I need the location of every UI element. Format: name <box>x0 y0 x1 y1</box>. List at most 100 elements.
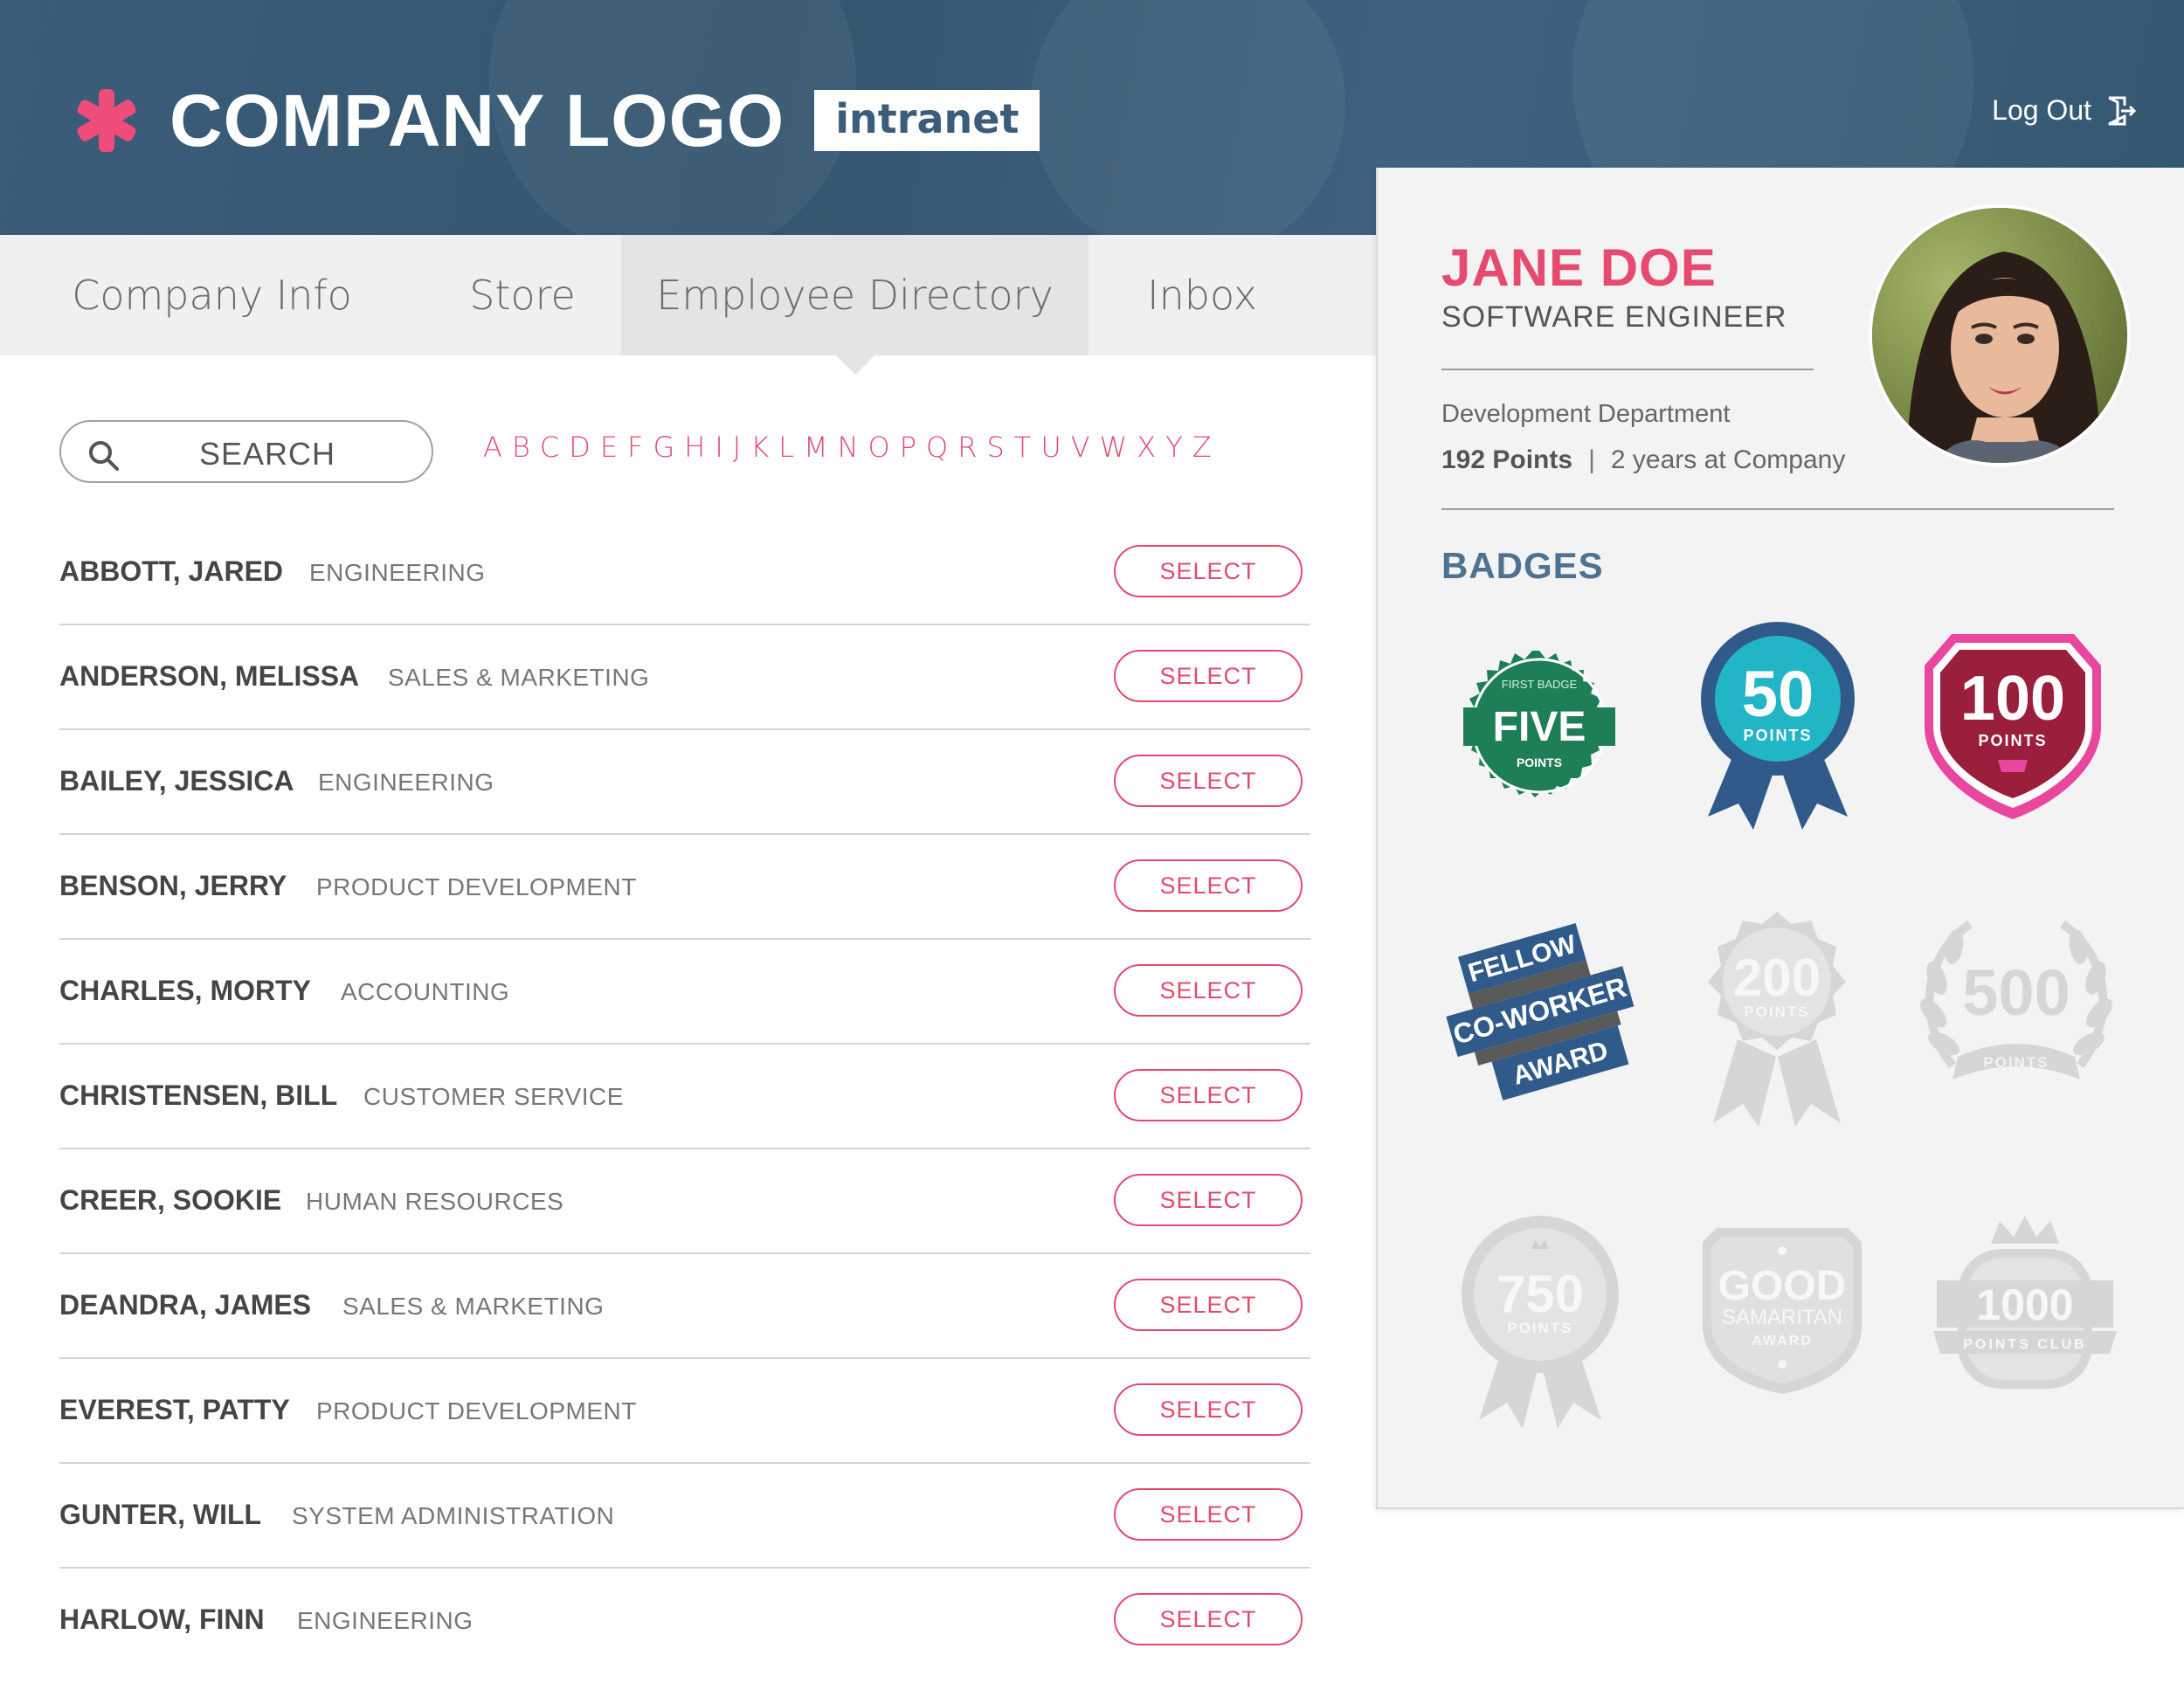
select-button[interactable]: SELECT <box>1114 1488 1303 1541</box>
badge-good-samaritan[interactable]: GOOD SAMARITAN AWARD <box>1699 1224 1865 1396</box>
table-row: BAILEY, JESSICA ENGINEERING SELECT <box>59 730 1310 835</box>
letter-z[interactable]: Z <box>1192 433 1212 461</box>
select-button[interactable]: SELECT <box>1114 1279 1303 1331</box>
badge-fifty-points[interactable]: 50 POINTS <box>1690 620 1865 838</box>
letter-y[interactable]: Y <box>1165 433 1183 461</box>
logo-text: COMPANY LOGO <box>169 79 785 162</box>
badge-seven-fifty-sub: POINTS <box>1507 1320 1572 1336</box>
badge-hundred-main: 100 <box>1960 664 2065 734</box>
letter-t[interactable]: T <box>1014 433 1032 461</box>
badge-five-points[interactable]: FIRST BADGE FIVE POINTS <box>1439 627 1640 828</box>
employee-name: ABBOTT, JARED <box>59 555 284 587</box>
profile-tenure: 2 years at Company <box>1610 445 1846 474</box>
tab-company-info[interactable]: Company Info <box>0 235 424 355</box>
select-button[interactable]: SELECT <box>1114 650 1303 702</box>
employee-dept: CUSTOMER SERVICE <box>363 1083 624 1110</box>
employee-name: CREER, SOOKIE <box>59 1184 282 1216</box>
header-texture <box>1031 0 1345 235</box>
employee-name: HARLOW, FINN <box>59 1604 265 1635</box>
letter-l[interactable]: L <box>778 433 794 461</box>
logout-button[interactable]: Log Out <box>1992 94 2137 127</box>
employee-name: ANDERSON, MELISSA <box>59 660 360 692</box>
letter-s[interactable]: S <box>986 433 1004 461</box>
employee-name: DEANDRA, JAMES <box>59 1289 312 1321</box>
table-row: ABBOTT, JARED ENGINEERING SELECT <box>59 521 1310 625</box>
main-nav: Company Info Store Employee Directory In… <box>0 235 1376 375</box>
employee-dept: SYSTEM ADMINISTRATION <box>292 1502 615 1529</box>
intranet-label: intranet <box>814 90 1040 151</box>
letter-u[interactable]: U <box>1040 433 1061 461</box>
profile-stats: 192 Points | 2 years at Company <box>1441 445 1845 475</box>
search-icon <box>89 441 119 471</box>
select-button[interactable]: SELECT <box>1114 964 1303 1017</box>
badge-thousand-points-club[interactable]: 1000 POINTS CLUB <box>1930 1209 2120 1396</box>
letter-e[interactable]: E <box>600 433 618 461</box>
table-row: CHRISTENSEN, BILL CUSTOMER SERVICE SELEC… <box>59 1045 1310 1149</box>
badge-good-samaritan-icon: GOOD SAMARITAN AWARD <box>1703 1228 1862 1394</box>
letter-n[interactable]: N <box>838 433 859 461</box>
alphabet-filter: A B C D E F G H I J K L M N O P Q R S T … <box>483 433 1221 461</box>
tab-employee-directory[interactable]: Employee Directory <box>621 235 1089 375</box>
table-row: GUNTER, WILL SYSTEM ADMINISTRATION SELEC… <box>59 1464 1310 1569</box>
badge-fifty-sub: POINTS <box>1743 727 1812 744</box>
table-row: BENSON, JERRY PRODUCT DEVELOPMENT SELECT <box>59 835 1310 940</box>
select-button[interactable]: SELECT <box>1114 755 1303 807</box>
select-button[interactable]: SELECT <box>1114 1069 1303 1121</box>
letter-f[interactable]: F <box>627 433 643 461</box>
letter-h[interactable]: H <box>684 433 705 461</box>
letter-d[interactable]: D <box>569 433 591 461</box>
asterisk-logo-icon <box>77 89 136 152</box>
profile-name: JANE DOE <box>1441 238 1717 297</box>
tab-store[interactable]: Store <box>424 235 621 355</box>
search-input[interactable]: SEARCH <box>59 420 433 483</box>
badge-seven-fifty-icon: 750 POINTS <box>1462 1216 1619 1429</box>
letter-k[interactable]: K <box>750 433 769 461</box>
letter-b[interactable]: B <box>512 433 530 461</box>
select-button[interactable]: SELECT <box>1114 1593 1303 1645</box>
letter-x[interactable]: X <box>1137 433 1156 461</box>
badge-five-main: FIVE <box>1493 704 1586 750</box>
employee-dept: ENGINEERING <box>309 559 486 586</box>
employee-name: CHRISTENSEN, BILL <box>59 1079 338 1111</box>
letter-i[interactable]: I <box>715 433 722 461</box>
letter-w[interactable]: W <box>1100 433 1128 461</box>
table-row: EVEREST, PATTY PRODUCT DEVELOPMENT SELEC… <box>59 1359 1310 1464</box>
badge-seven-fifty-points[interactable]: 750 POINTS <box>1458 1214 1622 1434</box>
avatar-portrait <box>1872 208 2127 463</box>
letter-a[interactable]: A <box>483 433 502 461</box>
logout-icon <box>2108 96 2137 125</box>
letter-v[interactable]: V <box>1071 433 1090 461</box>
badge-two-hundred-sub: POINTS <box>1744 1004 1809 1020</box>
tab-inbox[interactable]: Inbox <box>1089 235 1316 355</box>
table-row: CREER, SOOKIE HUMAN RESOURCES SELECT <box>59 1149 1310 1254</box>
profile-points: 192 Points <box>1441 445 1573 474</box>
employee-dept: ENGINEERING <box>318 769 494 796</box>
employee-dept: PRODUCT DEVELOPMENT <box>316 873 637 900</box>
employee-name: CHARLES, MORTY <box>59 975 311 1006</box>
letter-j[interactable]: J <box>733 433 741 461</box>
letter-o[interactable]: O <box>868 433 890 461</box>
select-button[interactable]: SELECT <box>1114 859 1303 912</box>
search-placeholder: SEARCH <box>199 436 336 472</box>
letter-q[interactable]: Q <box>926 433 948 461</box>
letter-r[interactable]: R <box>957 433 977 461</box>
badge-two-hundred-main: 200 <box>1733 948 1821 1007</box>
employee-name: GUNTER, WILL <box>59 1499 262 1530</box>
letter-c[interactable]: C <box>540 433 559 461</box>
select-button[interactable]: SELECT <box>1114 1383 1303 1436</box>
badge-five-hundred-sub: POINTS <box>1983 1054 2049 1071</box>
badge-hundred-points[interactable]: 100 POINTS <box>1921 631 2105 821</box>
badge-two-hundred-icon: 200 POINTS <box>1708 912 1846 1127</box>
letter-p[interactable]: P <box>900 433 916 461</box>
select-button[interactable]: SELECT <box>1114 545 1303 597</box>
letter-g[interactable]: G <box>653 433 674 461</box>
letter-m[interactable]: M <box>804 433 828 461</box>
badge-five-hundred-main: 500 <box>1962 956 2070 1029</box>
select-button[interactable]: SELECT <box>1114 1174 1303 1226</box>
badge-fellow-coworker[interactable]: FELLOW CO-WORKER AWARD <box>1441 910 1641 1120</box>
badge-hundred-sub: POINTS <box>1978 732 2047 749</box>
badge-two-hundred-points[interactable]: 200 POINTS <box>1685 908 1869 1128</box>
table-row: CHARLES, MORTY ACCOUNTING SELECT <box>59 940 1310 1045</box>
company-logo[interactable]: COMPANY LOGO intranet <box>72 84 1040 157</box>
badge-five-hundred-points[interactable]: 500 POINTS <box>1918 908 2115 1102</box>
